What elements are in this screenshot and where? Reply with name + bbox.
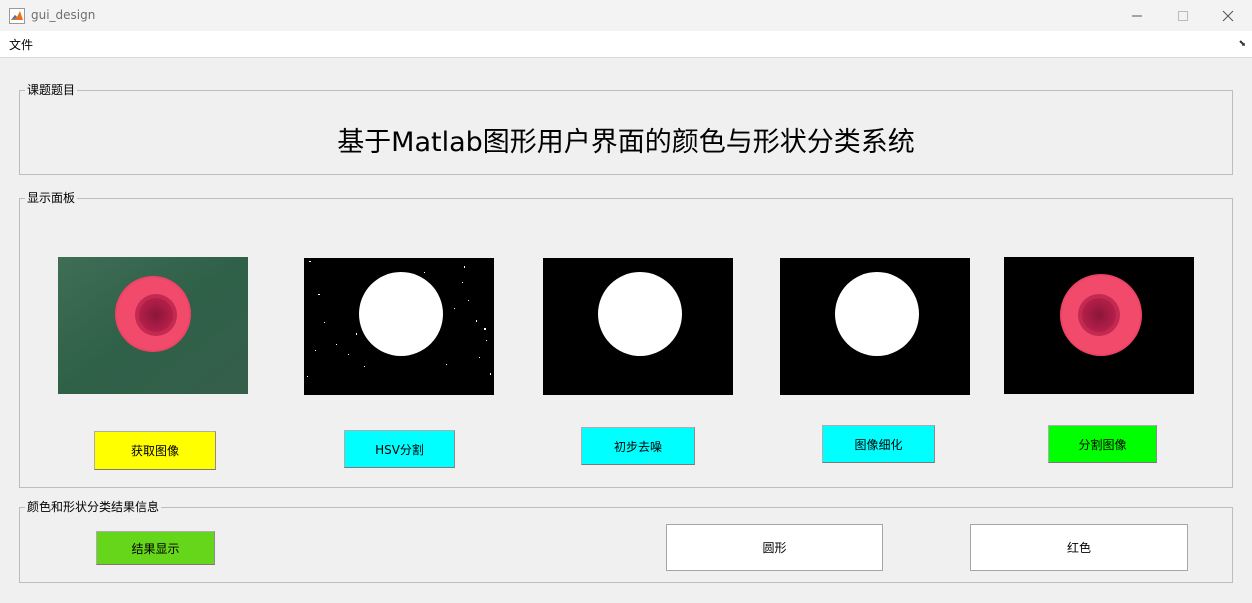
- maximize-icon: [1178, 10, 1188, 21]
- result-panel-legend: 颜色和形状分类结果信息: [25, 500, 162, 514]
- window-title-bar: gui_design: [0, 0, 1252, 31]
- close-button[interactable]: [1205, 0, 1251, 31]
- close-icon: [1222, 10, 1234, 21]
- menu-file[interactable]: 文件: [9, 36, 33, 53]
- segment-image-button[interactable]: 分割图像: [1048, 425, 1157, 463]
- title-panel-legend: 课题题目: [25, 83, 78, 97]
- color-result-field: 红色: [970, 524, 1188, 571]
- minimize-button[interactable]: [1114, 0, 1160, 31]
- show-result-button[interactable]: 结果显示: [96, 531, 215, 565]
- thinned-image: [780, 258, 970, 395]
- hsv-segment-button[interactable]: HSV分割: [344, 430, 455, 468]
- thinning-button[interactable]: 图像细化: [822, 425, 935, 463]
- display-panel-legend: 显示面板: [25, 191, 78, 205]
- menu-expand-icon[interactable]: ⬊: [1238, 39, 1246, 49]
- original-image: [58, 257, 248, 394]
- segmented-image: [1004, 257, 1194, 394]
- matlab-app-icon: [9, 8, 25, 24]
- window-title: gui_design: [31, 8, 96, 22]
- acquire-image-button[interactable]: 获取图像: [94, 431, 216, 470]
- maximize-button[interactable]: [1160, 0, 1206, 31]
- hsv-segment-image: [304, 258, 494, 395]
- minimize-icon: [1132, 15, 1142, 16]
- menu-bar: 文件 ⬊: [0, 31, 1252, 58]
- denoise-button[interactable]: 初步去噪: [581, 427, 695, 465]
- denoised-image: [543, 258, 733, 395]
- shape-result-field: 圆形: [666, 524, 883, 571]
- page-title: 基于Matlab图形用户界面的颜色与形状分类系统: [337, 127, 915, 158]
- title-panel: 课题题目 基于Matlab图形用户界面的颜色与形状分类系统: [19, 83, 1233, 175]
